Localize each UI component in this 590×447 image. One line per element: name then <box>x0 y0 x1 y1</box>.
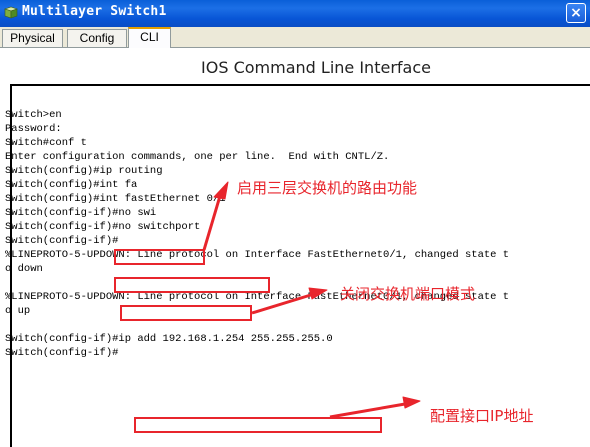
annotation-no-switchport: 关闭交换机端口模式 <box>340 285 476 303</box>
annotation-ip-routing: 启用三层交换机的路由功能 <box>237 179 418 197</box>
annotation-ip-address: 配置接口IP地址 <box>430 407 534 425</box>
annotation-arrows <box>202 181 421 419</box>
tab-cli[interactable]: CLI <box>128 27 171 48</box>
